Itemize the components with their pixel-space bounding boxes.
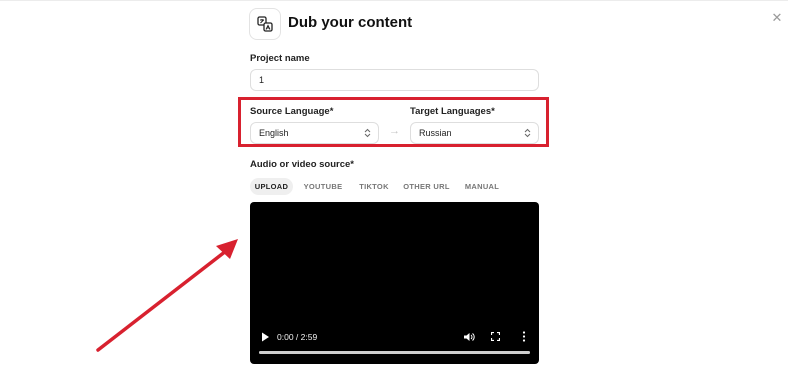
annotation-arrow [96, 239, 238, 352]
